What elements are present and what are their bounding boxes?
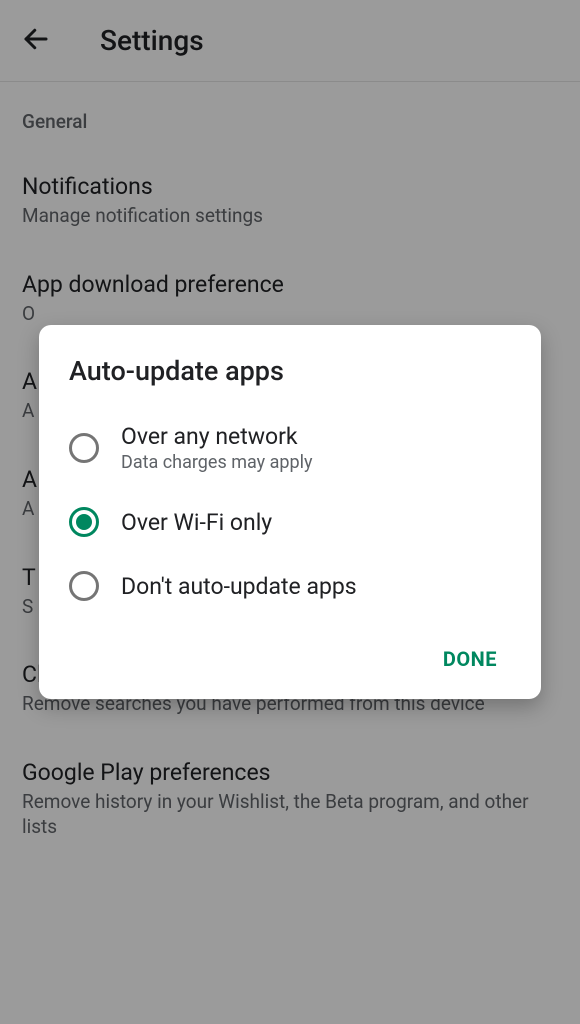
radio-label: Over Wi-Fi only — [121, 509, 272, 536]
radio-text: Over any network Data charges may apply — [121, 423, 313, 473]
radio-option-wifi-only[interactable]: Over Wi-Fi only — [69, 507, 511, 537]
radio-group: Over any network Data charges may apply … — [69, 423, 511, 601]
radio-sublabel: Data charges may apply — [121, 452, 313, 473]
radio-unchecked-icon — [69, 571, 99, 601]
radio-text: Don't auto-update apps — [121, 573, 357, 600]
radio-option-any-network[interactable]: Over any network Data charges may apply — [69, 423, 511, 473]
dialog-title: Auto-update apps — [69, 355, 511, 387]
radio-label: Over any network — [121, 423, 313, 450]
radio-label: Don't auto-update apps — [121, 573, 357, 600]
auto-update-dialog: Auto-update apps Over any network Data c… — [39, 325, 541, 699]
dialog-actions: DONE — [69, 637, 511, 681]
radio-text: Over Wi-Fi only — [121, 509, 272, 536]
modal-overlay[interactable]: Auto-update apps Over any network Data c… — [0, 0, 580, 1024]
radio-checked-icon — [69, 507, 99, 537]
done-button[interactable]: DONE — [429, 637, 511, 681]
radio-unchecked-icon — [69, 433, 99, 463]
radio-option-dont-update[interactable]: Don't auto-update apps — [69, 571, 511, 601]
